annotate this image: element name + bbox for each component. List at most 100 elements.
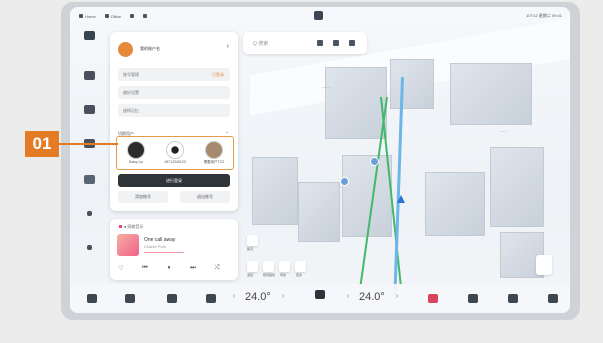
more-button[interactable]: [295, 261, 306, 272]
center-logo-icon[interactable]: [314, 11, 323, 20]
media-card: ● 网络音乐 One call away Charlie Puth ♡ ⏮ ⏸ …: [110, 219, 238, 280]
seat-heat-icon[interactable]: [428, 294, 438, 303]
like-icon[interactable]: ♡: [116, 265, 126, 272]
status-bar: Home Office 10°/12 星期二 09:41: [70, 7, 570, 25]
account-name: 我的账户名: [140, 46, 160, 51]
account-row[interactable]: 账号管理 已登录: [118, 68, 230, 81]
map-mode-button[interactable]: [536, 255, 552, 275]
car-icon[interactable]: [125, 294, 135, 303]
status-home[interactable]: Home: [79, 14, 96, 19]
seat-memory-row-label: 座椅记忆: [123, 108, 139, 113]
user-avatar: [205, 141, 223, 159]
map-building: [450, 63, 532, 125]
profile-panel: 我的账户名 › 账号管理 已登录 偏好设置 座椅记忆 切换用户 ⌄ Daisy …: [110, 32, 238, 211]
add-account-button[interactable]: 添加账号: [118, 191, 168, 203]
account-row-label: 账号管理: [123, 72, 139, 77]
back-button[interactable]: [247, 261, 258, 272]
office-icon: [104, 14, 109, 18]
vehicle-icon[interactable]: [84, 31, 95, 40]
home-icon: [79, 14, 83, 18]
home-shortcut-icon[interactable]: [317, 40, 323, 46]
traffic-label: 路况: [247, 247, 254, 251]
temp-left-increase-icon[interactable]: ›: [282, 293, 284, 300]
status-office[interactable]: Office: [104, 14, 121, 19]
user-option[interactable]: Daisy Liu: [119, 139, 153, 164]
map-label: ······: [322, 85, 330, 90]
more-label: 更多: [296, 273, 303, 277]
bottom-dock: ‹ 24.0° › ‹ 24.0° ›: [70, 284, 570, 313]
search-input[interactable]: Q 搜索: [253, 40, 268, 47]
user-avatar: [166, 141, 184, 159]
callout-label: 01: [25, 131, 59, 157]
pause-icon[interactable]: ⏸: [164, 265, 174, 272]
map-building: [425, 172, 485, 236]
user-option[interactable]: 18712345123: [158, 139, 192, 164]
preferences-row-label: 偏好设置: [123, 90, 139, 95]
bluetooth-icon: [143, 14, 148, 18]
song-title: One call away: [144, 237, 176, 243]
callout-leader: [59, 143, 118, 145]
temp-left-decrease-icon[interactable]: ‹: [233, 293, 235, 300]
navigation-arrow-icon: [397, 195, 405, 203]
map-building: [252, 157, 298, 225]
search-bar[interactable]: Q 搜索: [243, 32, 367, 54]
status-icon[interactable]: [130, 14, 135, 18]
avatar[interactable]: [118, 42, 133, 57]
climate-icon[interactable]: [315, 290, 325, 299]
temp-right: 24.0°: [359, 291, 385, 303]
volume-icon[interactable]: [548, 294, 558, 303]
music-icon[interactable]: [468, 294, 478, 303]
wifi-icon: [130, 14, 135, 18]
album-cover[interactable]: [117, 234, 139, 256]
map-pin[interactable]: [340, 177, 349, 186]
previous-icon[interactable]: ⏮: [140, 265, 150, 272]
car-icon[interactable]: [84, 71, 95, 80]
login-status-tag: 已登录: [212, 72, 224, 77]
logout-button[interactable]: 退出账号: [180, 191, 230, 203]
status-datetime: 10°/12 星期二 09:41: [526, 13, 562, 18]
navigate-button[interactable]: [279, 261, 290, 272]
phone-icon[interactable]: [84, 175, 95, 184]
map-widget: 路况 返回 规划路线 导航 更多: [243, 235, 323, 282]
status-icon[interactable]: [143, 14, 148, 18]
phone-icon[interactable]: [206, 294, 216, 303]
map-label: ·····: [500, 129, 507, 134]
chevron-down-icon[interactable]: ⌄: [225, 129, 229, 135]
login-button[interactable]: 进行登录: [118, 174, 230, 187]
left-rail: [76, 31, 104, 271]
route-plan-button[interactable]: [263, 261, 274, 272]
user-name: 18712345123: [164, 160, 186, 164]
preferences-row[interactable]: 偏好设置: [118, 86, 230, 99]
map-building: [298, 182, 340, 242]
settings-icon[interactable]: [87, 211, 92, 216]
shuffle-icon[interactable]: ⤮: [212, 265, 222, 272]
seat-icon[interactable]: [167, 294, 177, 303]
seat-memory-row[interactable]: 座椅记忆: [118, 104, 230, 117]
user-switch-group: Daisy Liu 18712345123 需要用户TC2: [116, 136, 234, 170]
route-plan-label: 规划路线: [263, 273, 276, 277]
song-artist: Charlie Puth: [144, 244, 167, 249]
media-icon[interactable]: [84, 105, 95, 114]
apps-icon[interactable]: [508, 294, 518, 303]
office-shortcut-icon[interactable]: [333, 40, 339, 46]
map-pin[interactable]: [370, 157, 379, 166]
user-name: 需要用户TC2: [203, 160, 225, 164]
user-option[interactable]: 需要用户TC2: [197, 139, 231, 165]
back-label: 返回: [247, 273, 254, 277]
user-name: Daisy Liu: [128, 160, 144, 164]
next-icon[interactable]: ⏭: [188, 265, 198, 272]
more-icon[interactable]: [87, 245, 92, 250]
temp-right-increase-icon[interactable]: ›: [396, 293, 398, 300]
map-building: [390, 59, 434, 109]
temp-left: 24.0°: [245, 291, 271, 303]
home-icon[interactable]: [87, 294, 97, 303]
temp-right-decrease-icon[interactable]: ‹: [347, 293, 349, 300]
chevron-right-icon[interactable]: ›: [227, 43, 229, 50]
favorites-icon[interactable]: [349, 40, 355, 46]
traffic-button[interactable]: [247, 235, 258, 246]
map-building: [325, 67, 387, 139]
map-building: [490, 147, 544, 227]
infotainment-screen: ······ ····· Home Office 10°/12 星期二 09:4…: [70, 7, 570, 313]
playback-progress[interactable]: [144, 252, 184, 253]
media-source: ● 网络音乐: [119, 224, 144, 230]
